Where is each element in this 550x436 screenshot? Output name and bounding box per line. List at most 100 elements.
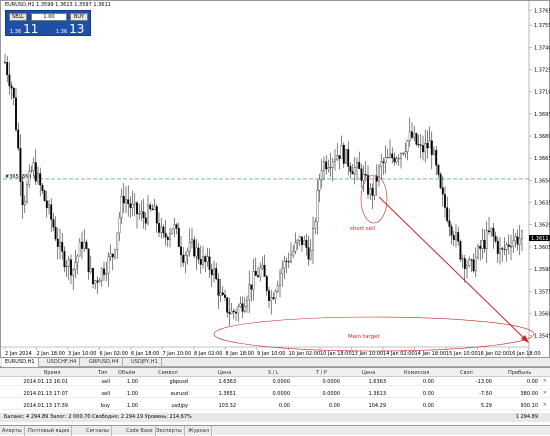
candle-body	[391, 153, 394, 159]
table-cell: 380.00	[520, 391, 539, 397]
table-row[interactable]: 2014.01.13 17:07 sell 1.00 eurusd 1.3651 0.00…	[0, 389, 550, 398]
candle-body	[30, 170, 33, 172]
candle-body	[426, 143, 429, 149]
tab-usdjpy-h1[interactable]: USDJPY,H1	[128, 358, 162, 367]
col-volume[interactable]: Объём	[118, 370, 135, 376]
lot-size-input[interactable]: 1.00	[31, 13, 67, 21]
candle-body	[257, 275, 259, 278]
candle-body	[175, 224, 178, 229]
col-tp[interactable]: T / P	[316, 370, 327, 376]
sell-button[interactable]: SELL	[9, 13, 27, 21]
candle-body	[334, 159, 336, 162]
tab-eurusd-h1[interactable]: EURUSD,H1	[2, 358, 39, 367]
candle-body	[217, 278, 220, 296]
candle-body	[314, 221, 317, 229]
table-cell: -13.00	[475, 379, 492, 385]
candle-body	[184, 255, 187, 263]
col-swap[interactable]: Своп	[460, 370, 473, 376]
candle-body	[356, 161, 358, 168]
table-cell: 0.0000	[272, 379, 291, 385]
table-cell: 1.00	[126, 379, 138, 385]
table-cell: gbpusd	[169, 379, 188, 385]
candle-body	[380, 161, 383, 168]
candle-body	[173, 224, 176, 230]
sell-price[interactable]: 1.36 11	[10, 23, 38, 35]
candle-body	[371, 187, 374, 196]
candle-body	[28, 170, 31, 185]
table-cell: 0.0000	[322, 391, 341, 397]
candle-body	[208, 256, 211, 270]
col-type[interactable]: Тип	[98, 370, 108, 376]
candle-body	[474, 256, 477, 272]
candle-body	[131, 204, 134, 208]
table-row[interactable]: 2014.01.13 16:01 sell 1.00 gbpusd 1.6363 0.00…	[0, 377, 550, 386]
y-tick-label: 1.3740	[534, 45, 550, 51]
candle-body	[114, 249, 116, 258]
col-commission[interactable]: Комиссия	[404, 370, 429, 376]
y-tick-label: 1.3725	[534, 68, 550, 74]
col-open-price[interactable]: Цена	[218, 370, 231, 376]
table-cell: 0.00	[526, 379, 538, 385]
candle-body	[402, 153, 405, 155]
chart-area[interactable]: 1.3765 1.3755 1.3740 1.3725 1.3710 1.3695 1.36…	[0, 0, 550, 359]
candle-body	[252, 271, 255, 290]
table-cell: 104.29	[368, 403, 387, 409]
candle-body	[312, 228, 314, 251]
candle-body	[193, 239, 196, 257]
candle-body	[331, 161, 334, 168]
candle-body	[336, 155, 339, 161]
candle-body	[457, 232, 460, 242]
candle-body	[265, 276, 268, 291]
y-tick-label: 1.3765	[534, 8, 550, 14]
terminal-panel: Время Тип Объём Символ Цена S / L T / P …	[0, 367, 550, 425]
candle-body	[26, 184, 28, 202]
candle-body	[272, 297, 275, 299]
candle-body	[362, 174, 365, 181]
candle-body	[303, 240, 306, 245]
candle-body	[364, 174, 367, 176]
candle-body	[419, 144, 422, 146]
candle-body	[318, 179, 321, 191]
candle-body	[169, 233, 171, 240]
col-symbol[interactable]: Символ	[158, 370, 178, 376]
candle-body	[505, 244, 508, 250]
candle-body	[72, 269, 75, 276]
col-sl[interactable]: S / L	[268, 370, 279, 376]
short-sell-label: short sell	[350, 226, 376, 232]
table-cell: 1.00	[126, 391, 138, 397]
col-time[interactable]: Время	[44, 370, 60, 376]
candle-body	[358, 161, 361, 169]
candle-body	[8, 74, 11, 87]
candle-body	[54, 226, 57, 240]
candle-body	[512, 240, 515, 247]
col-price[interactable]: Цена	[362, 370, 375, 376]
table-cell: 0.0000	[322, 379, 341, 385]
candle-body	[411, 131, 413, 138]
candle-body	[122, 196, 125, 204]
price-chart[interactable]: 1.3765 1.3755 1.3740 1.3725 1.3710 1.3695 1.36…	[1, 1, 550, 359]
buy-button[interactable]: BUY	[70, 13, 88, 21]
candle-body	[477, 245, 479, 258]
close-position-icon[interactable]: ×	[543, 378, 547, 384]
close-position-icon[interactable]: ×	[543, 390, 547, 396]
candle-body	[369, 187, 372, 195]
candle-body	[162, 226, 165, 234]
buy-price[interactable]: 1.36 13	[56, 23, 84, 35]
table-row[interactable]: 2014.01.13 17:39 buy 1.00 usdjpy 103.32 0.00 0…	[0, 401, 550, 410]
symbol-label: EURUSD,H1 1.3599 1.3613 1.3597 1.3611	[5, 2, 111, 8]
candle-body	[283, 260, 286, 269]
candle-body	[136, 202, 138, 215]
tab-usdchf-h4[interactable]: USDCHF,H4	[44, 358, 81, 367]
candle-body	[118, 217, 121, 234]
table-cell: 0.0000	[272, 391, 291, 397]
candle-body	[92, 268, 94, 285]
candle-body	[417, 144, 420, 146]
tab-gbpusd-h4[interactable]: GBPUSD,H4	[86, 358, 123, 367]
candle-body	[375, 176, 378, 182]
close-position-icon[interactable]: ×	[543, 402, 547, 408]
candle-body	[463, 258, 466, 269]
col-profit[interactable]: Прибыль	[508, 370, 531, 376]
candle-body	[6, 62, 9, 75]
candle-body	[182, 254, 185, 263]
candle-body	[87, 248, 90, 272]
